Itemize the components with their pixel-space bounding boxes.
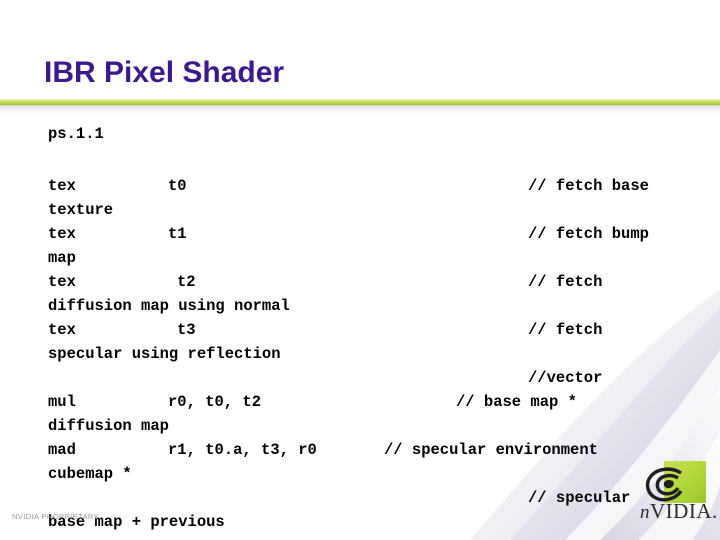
code-args: r1, t0.a, t3, r0: [168, 441, 317, 459]
code-row: mad r1, t0.a, t3, r0 // specular environ…: [48, 438, 684, 510]
code-op: tex: [48, 225, 76, 243]
code-op: tex: [48, 321, 76, 339]
code-tail: specular using reflection: [48, 345, 281, 363]
code-op: mad: [48, 441, 76, 459]
code-args: r0, t0, t2: [168, 393, 262, 411]
code-tail: cubemap *: [48, 465, 132, 483]
code-op: tex: [48, 273, 76, 291]
code-tail: diffusion map: [48, 417, 169, 435]
code-tail: map: [48, 249, 76, 267]
shader-code-block: ps.1.1 tex t0 // fetch base texture tex …: [48, 122, 684, 534]
accent-divider-shadow: [0, 105, 720, 114]
code-comment: // specular environment: [384, 441, 598, 459]
code-row: tex t0 // fetch base texture: [48, 174, 684, 222]
nvidia-wordmark: nVIDIA.: [640, 499, 718, 524]
code-comment: // fetch: [528, 321, 603, 339]
slide-canvas: IBR Pixel Shader ps.1.1 tex t0 // fetch …: [0, 0, 720, 540]
code-comment-continuation: // specular: [528, 489, 631, 507]
code-args: t3: [177, 321, 196, 339]
code-args: t0: [168, 177, 187, 195]
code-row: tex t2 // fetch diffusion map using norm…: [48, 270, 684, 318]
code-row: mul r0, t0, t2 // base map * diffusion m…: [48, 390, 684, 438]
code-tail: texture: [48, 201, 114, 219]
code-comment: // fetch base: [528, 177, 649, 195]
nvidia-wordmark-rest: VIDIA.: [650, 499, 718, 523]
nvidia-logo: nVIDIA.: [640, 461, 718, 533]
code-comment: // fetch bump: [528, 225, 649, 243]
code-row: tex t1 // fetch bump map: [48, 222, 684, 270]
code-op: mul: [48, 393, 76, 411]
nvidia-wordmark-n: n: [640, 502, 650, 523]
code-tail: diffusion map using normal: [48, 297, 290, 315]
code-op: tex: [48, 177, 76, 195]
code-comment: // fetch: [528, 273, 603, 291]
code-comment: // base map *: [456, 393, 577, 411]
page-title: IBR Pixel Shader: [44, 56, 285, 89]
code-comment-continuation: //vector: [528, 369, 603, 387]
code-args: t1: [168, 225, 187, 243]
code-row: tex t3 // fetch specular using reflectio…: [48, 318, 684, 390]
footer-proprietary-notice: NVIDIA PROPRIETARY: [12, 512, 99, 521]
code-row: base map + previous: [48, 510, 684, 534]
code-args: t2: [177, 273, 196, 291]
code-shader-version: ps.1.1: [48, 125, 104, 143]
